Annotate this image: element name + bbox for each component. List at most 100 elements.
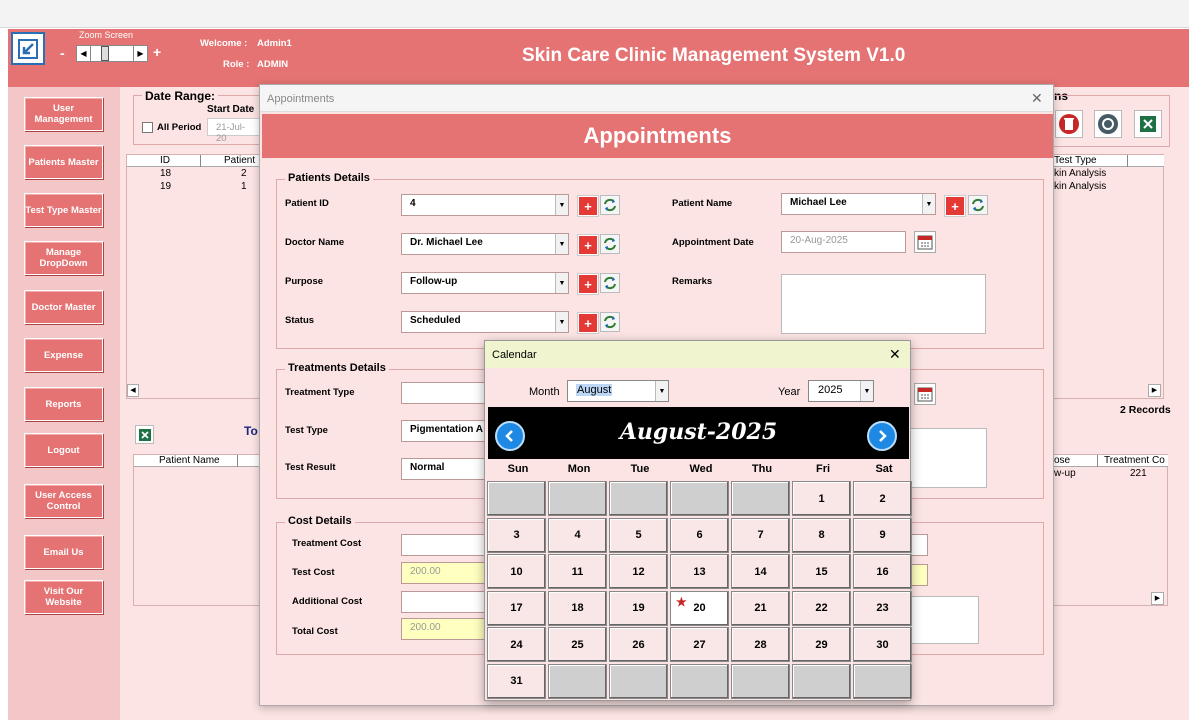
calendar-day-29[interactable]: 29 bbox=[792, 627, 851, 662]
calendar-day-25[interactable]: 25 bbox=[548, 627, 607, 662]
treatments-details-title: Treatments Details bbox=[285, 362, 389, 374]
scroll-right-icon[interactable]: ▶ bbox=[1148, 384, 1161, 397]
reset-icon[interactable] bbox=[1094, 110, 1122, 138]
calendar-empty-cell bbox=[853, 663, 912, 699]
refresh-icon[interactable] bbox=[600, 195, 620, 215]
calendar-day-14[interactable]: 14 bbox=[731, 554, 790, 589]
next-month-button[interactable] bbox=[867, 421, 897, 451]
calendar-day-11[interactable]: 11 bbox=[548, 554, 607, 589]
back-icon[interactable] bbox=[11, 32, 45, 65]
year-select[interactable]: 2025 ▼ bbox=[808, 380, 874, 402]
zoom-plus[interactable]: + bbox=[153, 44, 161, 60]
zoom-minus[interactable]: - bbox=[60, 45, 65, 61]
calendar-day-2[interactable]: 2 bbox=[853, 481, 912, 516]
calendar-day-3[interactable]: 3 bbox=[487, 517, 546, 553]
add-patient-button[interactable]: + bbox=[578, 196, 598, 216]
header-test-type: Test Type bbox=[1054, 155, 1097, 166]
prev-month-button[interactable] bbox=[495, 421, 525, 451]
sidebar-item-manage-dropdown[interactable]: Manage DropDown bbox=[24, 241, 103, 275]
chevron-down-icon: ▼ bbox=[922, 194, 935, 214]
appointment-date-field[interactable]: 20-Aug-2025 bbox=[781, 231, 906, 253]
calendar-day-1[interactable]: 1 bbox=[792, 481, 851, 516]
treatment-cost-label: Treatment Cost bbox=[292, 538, 362, 549]
table-cell: 2 bbox=[241, 168, 247, 179]
calendar-day-10[interactable]: 10 bbox=[487, 554, 546, 589]
calendar-day-19[interactable]: 19 bbox=[609, 590, 668, 626]
calendar-day-23[interactable]: 23 bbox=[853, 590, 912, 626]
calendar-empty-cell bbox=[670, 481, 729, 516]
treatment-remarks-textarea[interactable] bbox=[908, 428, 987, 488]
calendar-empty-cell bbox=[548, 663, 607, 699]
calendar-month-heading: August-2025 bbox=[619, 419, 778, 445]
patients-details-title: Patients Details bbox=[285, 172, 373, 184]
month-select[interactable]: August ▼ bbox=[567, 380, 669, 402]
sidebar-item-test-type-master[interactable]: Test Type Master bbox=[24, 193, 103, 227]
calendar-day-20[interactable]: 20 ★ bbox=[670, 590, 729, 626]
calendar-day-17[interactable]: 17 bbox=[487, 590, 546, 626]
calendar-day-18[interactable]: 18 bbox=[548, 590, 607, 626]
purpose-select[interactable]: Follow-up ▼ bbox=[401, 272, 569, 294]
calendar-day-26[interactable]: 26 bbox=[609, 627, 668, 662]
export-excel-icon[interactable] bbox=[1134, 110, 1162, 138]
calendar-day-7[interactable]: 7 bbox=[731, 517, 790, 553]
day-header: Tue bbox=[630, 463, 650, 475]
close-icon[interactable]: ✕ bbox=[1031, 90, 1043, 107]
delete-icon[interactable] bbox=[1055, 110, 1083, 138]
calendar-day-21[interactable]: 21 bbox=[731, 590, 790, 626]
calendar-day-8[interactable]: 8 bbox=[792, 517, 851, 553]
calendar-day-30[interactable]: 30 bbox=[853, 627, 912, 662]
add-doctor-button[interactable]: + bbox=[578, 235, 598, 255]
calendar-day-24[interactable]: 24 bbox=[487, 627, 546, 662]
doctor-name-select[interactable]: Dr. Michael Lee ▼ bbox=[401, 233, 569, 255]
table-cell: 221 bbox=[1130, 468, 1147, 479]
refresh-icon[interactable] bbox=[600, 234, 620, 254]
sidebar-item-email-us[interactable]: Email Us bbox=[24, 535, 103, 569]
calendar-day-5[interactable]: 5 bbox=[609, 517, 668, 553]
sidebar-item-user-access-control[interactable]: User Access Control bbox=[24, 484, 103, 518]
refresh-icon[interactable] bbox=[968, 195, 988, 215]
cost-remarks-textarea[interactable] bbox=[908, 596, 979, 644]
add-purpose-button[interactable]: + bbox=[578, 274, 598, 294]
sidebar-item-visit-website[interactable]: Visit Our Website bbox=[24, 580, 103, 614]
calendar-day-28[interactable]: 28 bbox=[731, 627, 790, 662]
scroll-left-icon[interactable]: ◀ bbox=[127, 384, 139, 397]
calendar-day-15[interactable]: 15 bbox=[792, 554, 851, 589]
patient-name-select[interactable]: Michael Lee ▼ bbox=[781, 193, 936, 215]
sidebar-item-logout[interactable]: Logout bbox=[24, 433, 103, 467]
calendar-day-9[interactable]: 9 bbox=[853, 517, 912, 553]
sidebar-item-user-management[interactable]: User Management bbox=[24, 97, 103, 131]
calendar-empty-cell bbox=[731, 663, 790, 699]
selected-date-star-icon: ★ bbox=[676, 594, 687, 609]
sidebar-item-doctor-master[interactable]: Doctor Master bbox=[24, 290, 103, 324]
all-period-checkbox[interactable] bbox=[142, 122, 153, 133]
day-header: Sat bbox=[875, 463, 893, 475]
sidebar-item-patients-master[interactable]: Patients Master bbox=[24, 145, 103, 179]
add-patient-name-button[interactable]: + bbox=[945, 196, 965, 216]
remarks-textarea[interactable] bbox=[781, 274, 986, 334]
calendar-day-4[interactable]: 4 bbox=[548, 517, 607, 553]
calendar-day-12[interactable]: 12 bbox=[609, 554, 668, 589]
start-date-field[interactable]: 21-Jul-20 bbox=[207, 118, 263, 144]
calendar-icon[interactable] bbox=[914, 383, 936, 405]
sidebar-item-reports[interactable]: Reports bbox=[24, 387, 103, 421]
calendar-icon[interactable] bbox=[914, 231, 936, 253]
refresh-icon[interactable] bbox=[600, 273, 620, 293]
role-label: Role : bbox=[223, 59, 250, 70]
patient-id-select[interactable]: 4 ▼ bbox=[401, 194, 569, 216]
close-icon[interactable]: ✕ bbox=[889, 346, 901, 363]
purpose-label: Purpose bbox=[285, 276, 324, 287]
add-status-button[interactable]: + bbox=[578, 313, 598, 333]
calendar-day-16[interactable]: 16 bbox=[853, 554, 912, 589]
scroll-right-icon[interactable]: ▶ bbox=[1151, 592, 1164, 605]
excel-icon[interactable] bbox=[135, 425, 154, 444]
sidebar-item-expense[interactable]: Expense bbox=[24, 338, 103, 372]
calendar-day-27[interactable]: 27 bbox=[670, 627, 729, 662]
status-select[interactable]: Scheduled ▼ bbox=[401, 311, 569, 333]
calendar-day-22[interactable]: 22 bbox=[792, 590, 851, 626]
zoom-slider[interactable]: ◀ ▶ bbox=[76, 45, 148, 62]
calendar-day-13[interactable]: 13 bbox=[670, 554, 729, 589]
refresh-icon[interactable] bbox=[600, 312, 620, 332]
calendar-day-6[interactable]: 6 bbox=[670, 517, 729, 553]
additional-cost-label: Additional Cost bbox=[292, 596, 363, 607]
calendar-day-31[interactable]: 31 bbox=[487, 663, 546, 699]
